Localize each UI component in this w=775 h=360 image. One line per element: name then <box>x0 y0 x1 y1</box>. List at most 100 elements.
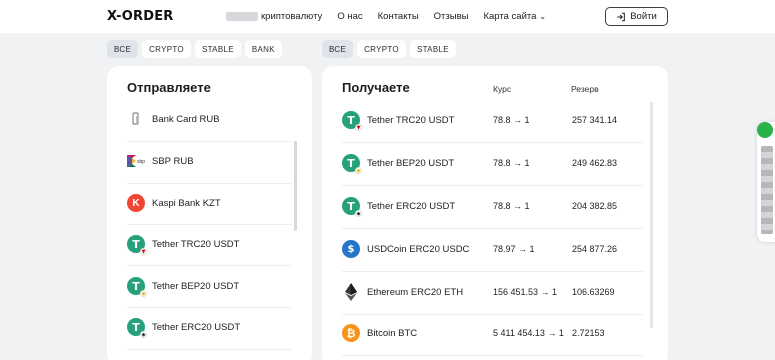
tether-logo: T ▼ <box>127 235 147 255</box>
blurred-widget-content <box>761 146 773 234</box>
tether-erc20-icon: T ◆ <box>127 318 147 338</box>
usdc-icon: $ <box>342 240 360 258</box>
bitcoin-logo: ₿ <box>342 324 360 342</box>
receive-item-usdc-erc20[interactable]: $ USDCoin ERC20 USDC <box>342 228 469 270</box>
send-item-sbp-rub[interactable]: sbp SBP RUB <box>127 140 194 182</box>
send-item-label: Tether BEP20 USDT <box>152 280 240 292</box>
receive-item-tether-trc20[interactable]: T ▼ Tether TRC20 USDT <box>342 99 454 141</box>
reserve-value: 204 382.85 <box>572 201 618 211</box>
tether-logo: T ◆ <box>127 318 147 338</box>
rate-value: 78.8 → 1 <box>493 158 530 168</box>
receive-filter-crypto[interactable]: CRYPTO <box>357 40 406 58</box>
ethereum-icon <box>342 283 360 301</box>
tether-logo: T ◆ <box>342 197 362 217</box>
send-filter-crypto[interactable]: CRYPTO <box>142 40 191 58</box>
send-title: Отправляете <box>127 80 211 95</box>
bank-card-icon <box>127 110 145 128</box>
receive-item-label: Tether TRC20 USDT <box>367 114 455 126</box>
online-status-icon <box>757 122 773 138</box>
tether-bep20-icon: T ◆ <box>127 277 147 297</box>
receive-item-label: USDCoin ERC20 USDC <box>367 243 470 255</box>
tether-logo: T ▼ <box>342 111 362 131</box>
erc20-badge-icon: ◆ <box>140 331 147 338</box>
divider <box>127 349 292 350</box>
receive-filters: ВСЕ CRYPTO STABLE <box>322 40 456 58</box>
send-item-tether-bep20[interactable]: T ◆ Tether BEP20 USDT <box>127 265 239 307</box>
sbp-icon: sbp <box>127 152 145 170</box>
send-item-label: Bank Card RUB <box>152 113 220 125</box>
erc20-badge-icon: ◆ <box>355 210 362 217</box>
bep20-badge-icon: ◆ <box>355 167 362 174</box>
receive-item-label: Ethereum ERC20 ETH <box>367 286 464 298</box>
kaspi-icon: K <box>127 194 145 212</box>
receive-filter-all[interactable]: ВСЕ <box>322 40 354 58</box>
send-item-label: Kaspi Bank KZT <box>152 197 221 209</box>
reserve-value: 257 341.14 <box>572 115 618 125</box>
nav-sitemap[interactable]: Карта сайта ⌄ <box>483 11 546 22</box>
send-item-label: Tether TRC20 USDT <box>152 238 240 250</box>
svg-text:sbp: sbp <box>137 159 145 165</box>
send-item-tether-trc20[interactable]: T ▼ Tether TRC20 USDT <box>127 223 239 265</box>
send-item-label: SBP RUB <box>152 155 194 167</box>
send-item-tether-erc20[interactable]: T ◆ Tether ERC20 USDT <box>127 306 240 348</box>
nav-sitemap-label: Карта сайта <box>483 11 537 22</box>
receive-item-ethereum-erc20[interactable]: Ethereum ERC20 ETH <box>342 271 463 313</box>
nav-contacts[interactable]: Контакты <box>378 11 419 22</box>
send-panel: Отправляете Bank Card RUB sbp SBP RUB K … <box>107 66 312 360</box>
reserve-value: 249 462.83 <box>572 158 618 168</box>
reserve-column-header: Резерв <box>571 84 599 94</box>
bitcoin-icon: ₿ <box>342 324 360 342</box>
usdc-logo: $ <box>342 240 360 258</box>
send-filter-stable[interactable]: STABLE <box>194 40 241 58</box>
tether-trc20-icon: T ▼ <box>127 235 147 255</box>
nav-about[interactable]: О нас <box>337 11 362 22</box>
send-filters: ВСЕ CRYPTO STABLE BANK <box>107 40 282 58</box>
login-icon <box>617 12 626 21</box>
receive-list-scrollbar[interactable] <box>650 102 653 328</box>
rate-value: 78.8 → 1 <box>493 201 530 211</box>
send-item-bank-card-rub[interactable]: Bank Card RUB <box>127 98 220 140</box>
rate-value: 5 411 454.13 → 1 <box>493 328 564 338</box>
trc20-badge-icon: ▼ <box>355 124 362 131</box>
reserve-value: 2.72153 <box>572 328 605 338</box>
send-list-scrollbar[interactable] <box>294 141 297 231</box>
send-filter-all[interactable]: ВСЕ <box>107 40 139 58</box>
rate-value: 78.97 → 1 <box>493 244 535 254</box>
receive-item-tether-bep20[interactable]: T ◆ Tether BEP20 USDT <box>342 142 454 184</box>
send-item-label: Tether ERC20 USDT <box>152 321 241 333</box>
receive-panel: Получаете Курс Резерв T ▼ Tether TRC20 US… <box>322 66 668 360</box>
receive-item-tether-erc20[interactable]: T ◆ Tether ERC20 USDT <box>342 185 455 227</box>
nav-reviews[interactable]: Отзывы <box>434 11 469 22</box>
tether-logo: T ◆ <box>342 154 362 174</box>
login-label: Войти <box>630 11 657 22</box>
send-filter-bank[interactable]: BANK <box>244 40 282 58</box>
rate-value: 156 451.53 → 1 <box>493 287 558 297</box>
send-item-kaspi-kzt[interactable]: K Kaspi Bank KZT <box>127 182 221 224</box>
rate-column-header: Курс <box>493 84 512 94</box>
nav-crypto[interactable]: криптовалюту <box>261 11 322 22</box>
rate-value: 78.8 → 1 <box>493 115 530 125</box>
top-header: X-ORDER криптовалюту О нас Контакты Отзы… <box>0 0 775 33</box>
logo[interactable]: X-ORDER <box>107 9 174 24</box>
trc20-badge-icon: ▼ <box>140 248 147 255</box>
bep20-badge-icon: ◆ <box>140 290 147 297</box>
tether-trc20-icon: T ▼ <box>342 111 362 131</box>
login-button[interactable]: Войти <box>605 7 668 26</box>
reserve-value: 254 877.26 <box>572 244 618 254</box>
receive-item-label: Tether BEP20 USDT <box>367 157 455 169</box>
chat-widget[interactable] <box>757 122 775 242</box>
tether-erc20-icon: T ◆ <box>342 197 362 217</box>
receive-title: Получаете <box>342 80 410 95</box>
receive-item-label: Bitcoin BTC <box>367 327 418 339</box>
tether-bep20-icon: T ◆ <box>342 154 362 174</box>
kaspi-logo: K <box>127 194 145 212</box>
divider <box>342 355 643 356</box>
chevron-down-icon: ⌄ <box>539 12 547 21</box>
receive-item-bitcoin[interactable]: ₿ Bitcoin BTC <box>342 312 417 354</box>
receive-item-label: Tether ERC20 USDT <box>367 200 456 212</box>
receive-filter-stable[interactable]: STABLE <box>409 40 456 58</box>
tether-logo: T ◆ <box>127 277 147 297</box>
blurred-nav-word <box>226 12 258 21</box>
reserve-value: 106.63269 <box>572 287 615 297</box>
main-nav: криптовалюту О нас Контакты Отзывы Карта… <box>226 11 546 22</box>
